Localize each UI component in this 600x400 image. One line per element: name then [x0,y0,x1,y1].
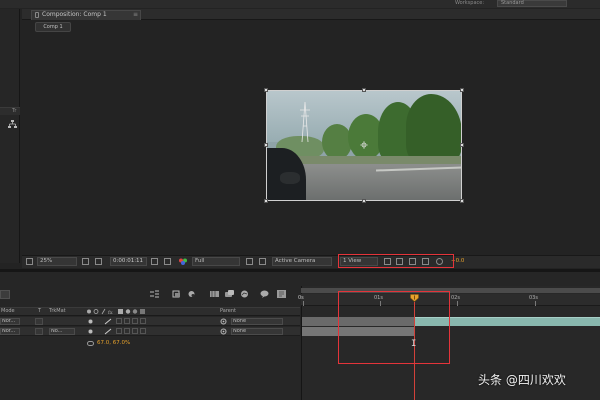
motion-blur-icon[interactable] [225,290,234,298]
always-preview-icon[interactable] [26,258,33,265]
layer-parent-select[interactable]: None [231,318,283,325]
left-panel [0,9,20,263]
effect-switch[interactable] [116,328,122,334]
lock-icon[interactable] [35,12,39,18]
workspace-label: Workspace: [455,0,485,6]
transform-handle[interactable] [264,199,268,203]
grid-icon[interactable] [82,258,89,265]
mask-visibility-icon[interactable] [95,258,102,265]
scale-value[interactable]: 67.0, 67.0% [97,340,130,346]
panel-menu-icon[interactable]: ≡ [133,11,138,18]
ruler-tick [457,301,458,306]
transparency-grid-icon[interactable] [259,258,266,265]
layer-preserve-transparency-box[interactable] [35,328,43,335]
comp-breadcrumb[interactable]: Comp 1 [35,22,71,32]
transform-handle[interactable] [460,143,464,147]
transform-handle[interactable] [362,88,366,92]
column-mode-header[interactable]: Mode [1,308,15,314]
column-parent-header[interactable]: Parent [220,308,236,314]
collapse-icon[interactable] [87,329,94,334]
composition-tab-label: Composition: Comp 1 [42,11,107,18]
draft-3d-icon[interactable] [172,290,181,298]
pick-whip-icon[interactable] [220,328,227,335]
zoom-select[interactable]: 25% [37,257,77,266]
layer-mode-select[interactable]: Nor... [0,328,20,335]
quality-icon[interactable] [104,328,112,335]
layer-preserve-transparency-box[interactable] [35,318,43,325]
svg-text:fx: fx [108,310,113,315]
effect-switch[interactable] [116,318,122,324]
quality-icon[interactable] [104,318,112,325]
region-of-interest-icon[interactable] [246,258,253,265]
hierarchy-icon[interactable] [8,120,17,129]
transform-handle[interactable] [362,199,366,203]
ruler-label: 02s [451,295,460,301]
workspace-select[interactable]: Standard [497,0,567,7]
left-panel-tab[interactable] [0,107,20,115]
motion-blur-switch[interactable] [132,328,138,334]
switches-header-icons: fx [87,308,145,315]
speech-bubble-icon[interactable] [260,290,269,298]
channel-icon[interactable] [178,258,188,265]
transform-handle[interactable] [460,199,464,203]
layer-trkmat-select[interactable]: No... [49,328,75,335]
collapse-icon[interactable] [87,319,94,324]
scale-property-row [0,339,300,348]
left-panel-tab-label: Tr [12,108,17,114]
adjustment-layer-switch[interactable] [140,328,146,334]
constrain-proportions-icon[interactable] [87,341,94,346]
pick-whip-icon[interactable] [220,318,227,325]
timeline-search-input[interactable] [0,290,10,299]
camera-select[interactable]: Active Camera [272,257,332,266]
brainstorm-icon[interactable] [277,290,286,298]
graph-editor-toggle-icon[interactable] [240,290,249,298]
column-trkmat-header[interactable]: TrkMat [49,308,66,314]
frame-blending-icon[interactable] [210,290,219,298]
hide-shy-layers-icon[interactable] [187,290,196,298]
snapshot-icon[interactable] [151,258,158,265]
ruler-tick [535,301,536,306]
transform-handle[interactable] [264,88,268,92]
highlight-box [338,254,454,268]
layer-mode-select[interactable]: Nor... [0,318,20,325]
resolution-select[interactable]: Full [192,257,240,266]
transform-handle[interactable] [264,143,268,147]
ruler-label: 03s [529,295,538,301]
transform-handle[interactable] [460,88,464,92]
anchor-point-icon[interactable] [360,141,368,149]
current-time-display[interactable]: 0:00:01:11 [110,257,147,266]
ruler-tick [303,301,304,306]
watermark: 头条 @四川欢欢 [478,373,566,387]
layer-parent-select[interactable]: None [231,328,283,335]
highlight-box [338,291,450,364]
column-t-header[interactable]: T [38,308,41,314]
motion-blur-switch[interactable] [132,318,138,324]
frame-blend-switch[interactable] [124,328,130,334]
frame-blend-switch[interactable] [124,318,130,324]
adjustment-layer-switch[interactable] [140,318,146,324]
show-snapshot-icon[interactable] [164,258,171,265]
composition-mini-flowchart-icon[interactable] [150,290,159,298]
